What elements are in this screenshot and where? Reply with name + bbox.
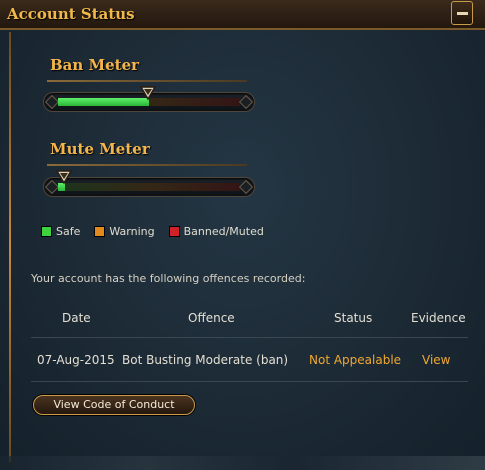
legend-swatch: [168, 225, 180, 237]
column-header-status: Status: [334, 311, 373, 325]
bottom-border-decoration: [0, 456, 485, 470]
offence-name: Bot Busting Moderate (ban): [122, 353, 289, 367]
legend-label: Banned/Muted: [183, 224, 264, 238]
mute-meter-title: Mute Meter: [50, 140, 150, 158]
evidence-view-link[interactable]: View: [422, 353, 450, 367]
ban-meter-fill: [58, 98, 149, 106]
mute-meter-divider: [47, 164, 247, 166]
offences-intro-text: Your account has the following offences …: [31, 272, 306, 285]
row-divider: [31, 381, 468, 382]
legend-item-safe: Safe: [41, 225, 80, 238]
mute-meter-track: [43, 177, 255, 197]
mute-meter-background: [58, 183, 240, 191]
legend-label: Safe: [56, 224, 81, 238]
panel-title: Account Status: [7, 5, 135, 23]
legend-item-banned-muted: Banned/Muted: [168, 224, 264, 238]
legend-item-warning: Warning: [94, 224, 155, 238]
offence-date: 07-Aug-2015: [37, 353, 115, 367]
view-code-of-conduct-button[interactable]: View Code of Conduct: [33, 395, 195, 415]
meter-end-cap-right: [238, 179, 254, 195]
column-header-offence: Offence: [188, 311, 235, 325]
collapse-button[interactable]: [451, 1, 473, 25]
meter-end-cap-left: [44, 94, 60, 110]
ban-meter-divider: [47, 80, 247, 82]
meter-end-cap-right: [238, 94, 254, 110]
legend-swatch: [94, 225, 106, 237]
legend-swatch: [41, 225, 52, 237]
meter-legend: Safe Warning Banned/Muted: [41, 224, 278, 238]
panel-header: Account Status: [0, 0, 485, 30]
legend-label: Warning: [109, 224, 155, 238]
header-divider: [31, 337, 468, 338]
offence-status: Not Appealable: [309, 353, 402, 367]
column-header-date: Date: [62, 311, 91, 325]
account-status-panel: Account Status Ban Meter Mute Meter Safe: [0, 0, 485, 470]
column-header-evidence: Evidence: [411, 311, 466, 325]
side-rail-decoration: [9, 32, 11, 462]
mute-meter-marker-icon: [56, 170, 72, 185]
ban-meter-marker-icon: [140, 86, 156, 101]
ban-meter-title: Ban Meter: [50, 56, 140, 74]
